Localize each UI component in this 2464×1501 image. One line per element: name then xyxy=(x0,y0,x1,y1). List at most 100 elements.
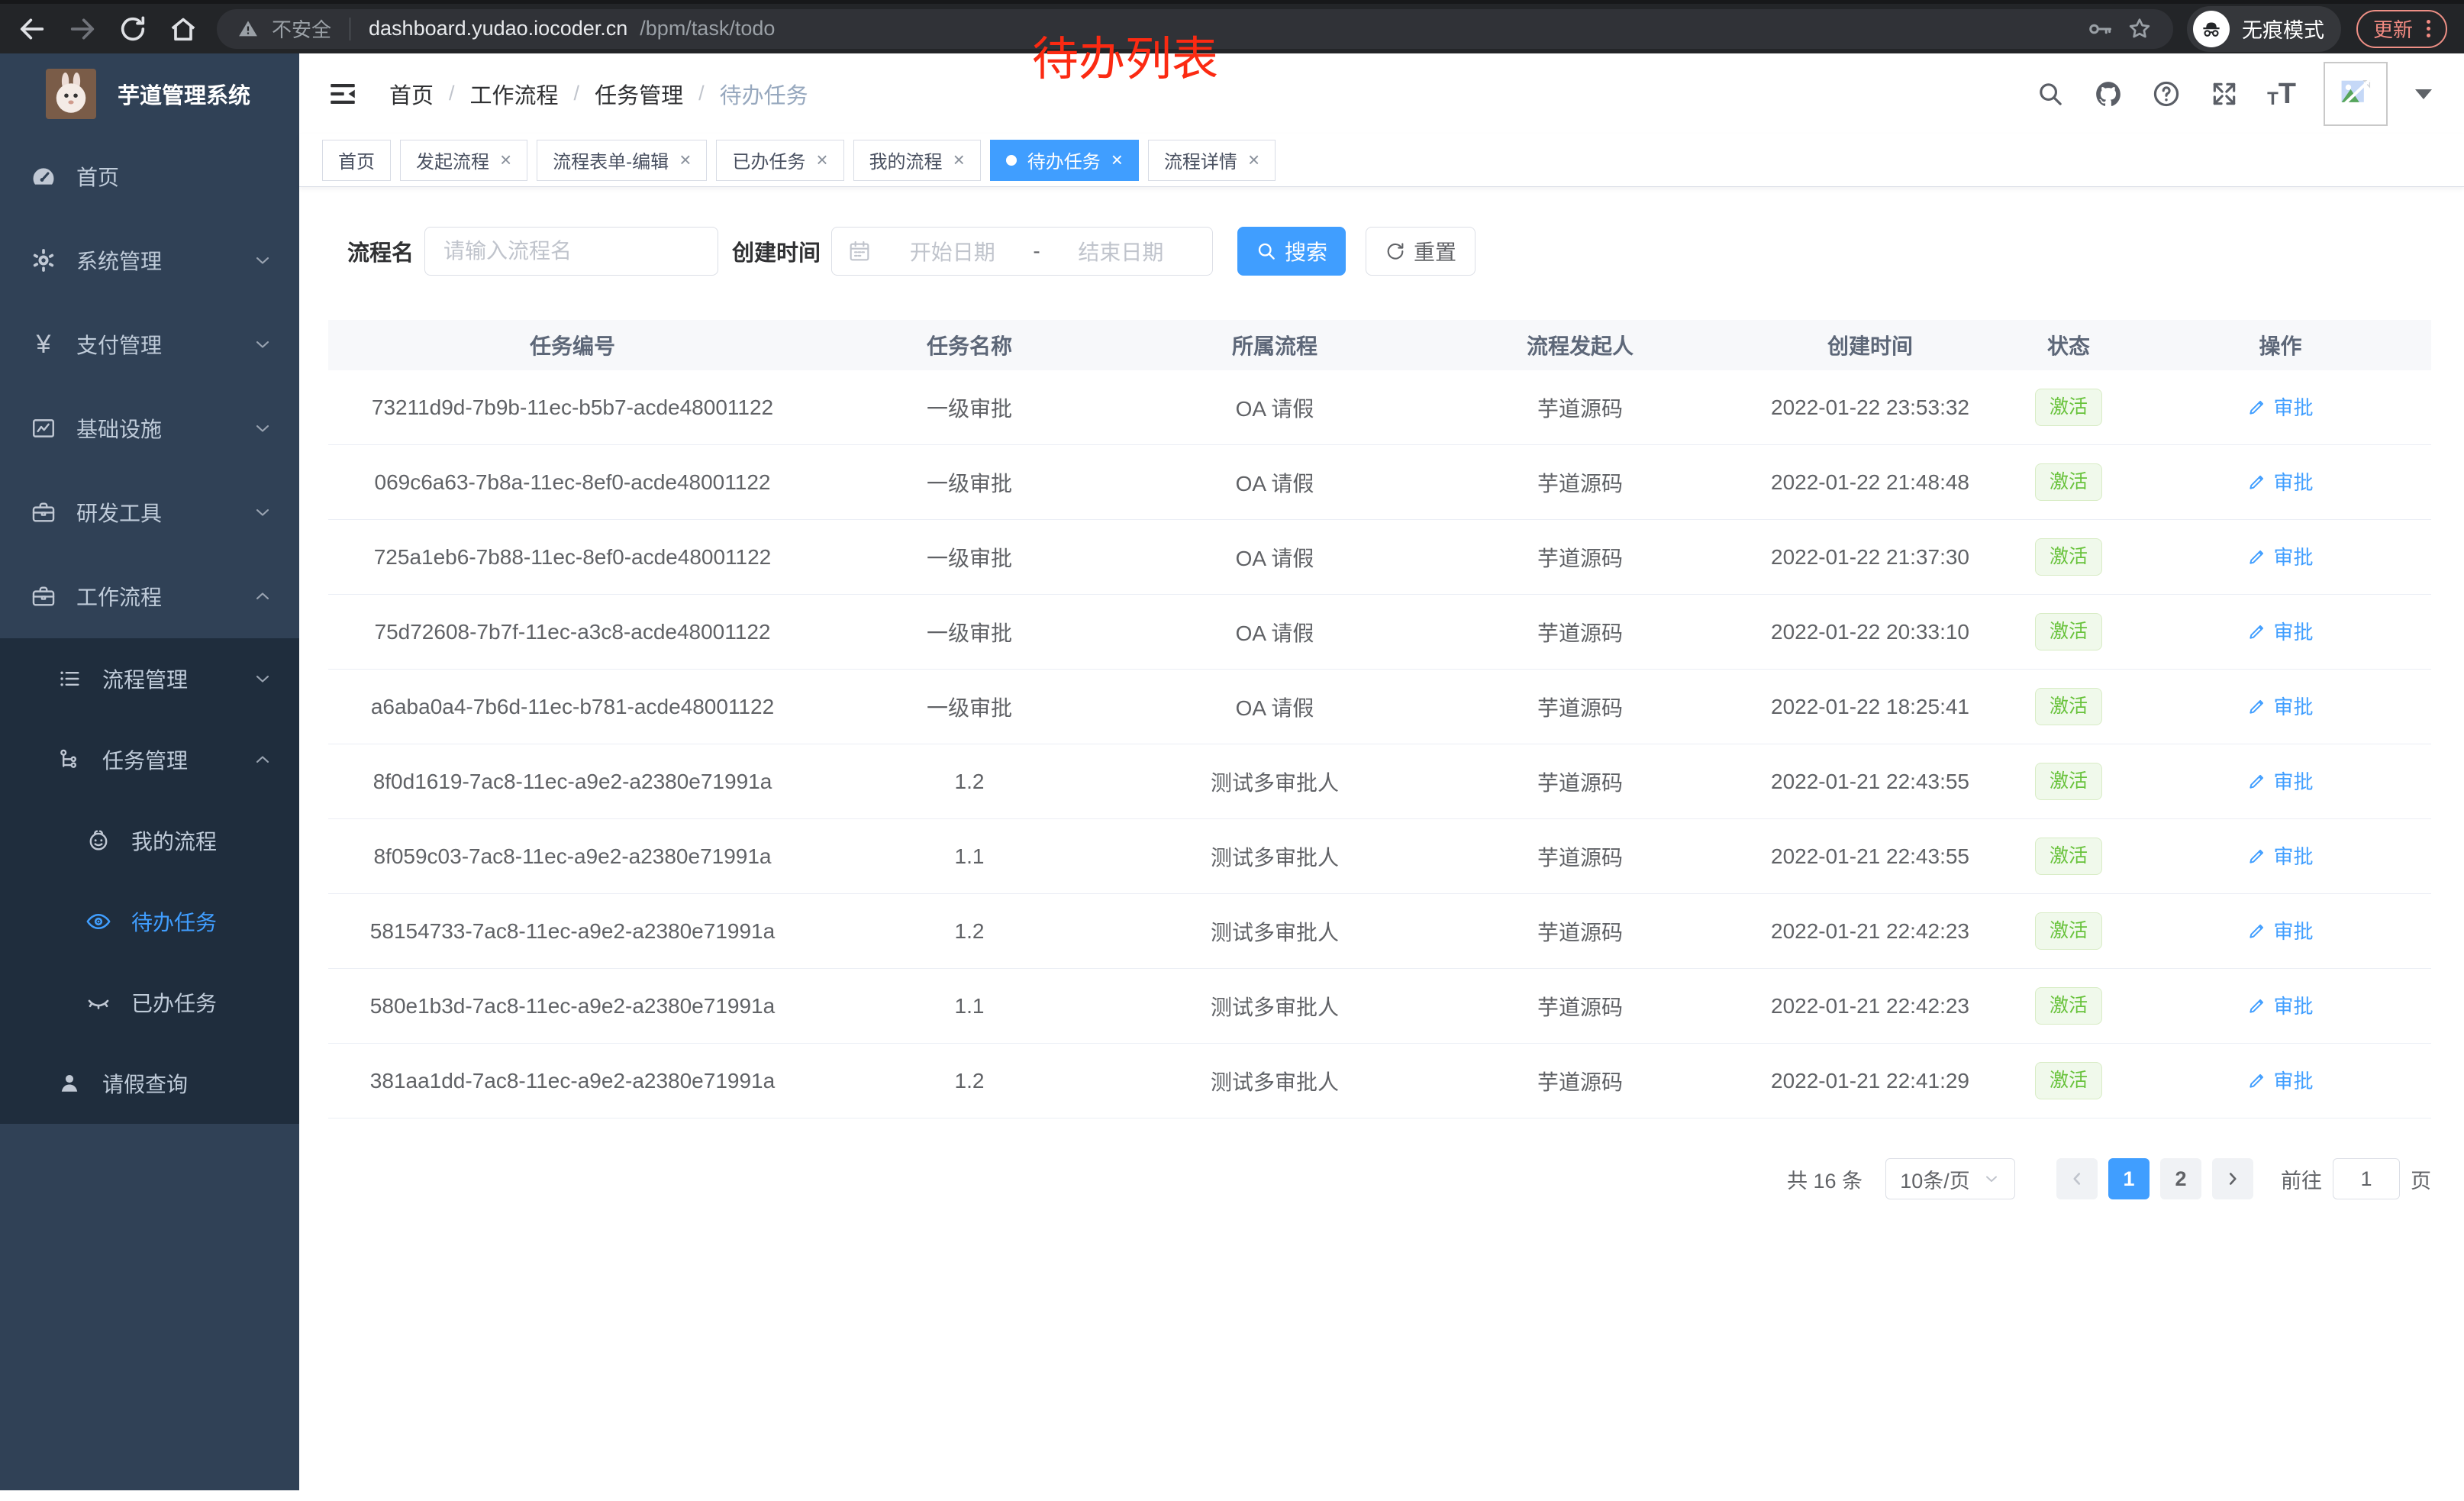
not-secure-label[interactable]: 不安全 xyxy=(272,15,331,43)
sidebar: 芋道管理系统 首页 系统管理 ¥ 支付管理 基础设施 xyxy=(0,53,299,1490)
process-name-input[interactable] xyxy=(424,227,718,276)
home-icon[interactable] xyxy=(168,14,198,44)
caret-down-icon[interactable] xyxy=(2415,89,2432,108)
approve-link[interactable]: 审批 xyxy=(2247,767,2313,795)
close-icon[interactable]: × xyxy=(953,150,965,169)
approve-link[interactable]: 审批 xyxy=(2247,542,2313,570)
pencil-icon xyxy=(2247,472,2267,492)
approve-link[interactable]: 审批 xyxy=(2247,467,2313,495)
approve-link[interactable]: 审批 xyxy=(2247,392,2313,421)
sidebar-item-payment[interactable]: ¥ 支付管理 xyxy=(0,302,299,386)
page-size-value: 10条/页 xyxy=(1900,1164,1970,1194)
cell-create-time: 2022-01-21 22:41:29 xyxy=(1733,1069,2008,1093)
close-icon[interactable]: × xyxy=(1248,150,1259,169)
tab-label: 首页 xyxy=(338,147,375,173)
sidebar-item-infra[interactable]: 基础设施 xyxy=(0,386,299,470)
sidebar-item-todo-tasks[interactable]: 待办任务 xyxy=(0,881,299,962)
sidebar-item-process-mgmt[interactable]: 流程管理 xyxy=(0,638,299,719)
end-date-placeholder[interactable]: 结束日期 xyxy=(1045,236,1197,266)
avatar[interactable] xyxy=(2324,62,2388,126)
status-badge: 激活 xyxy=(2035,1062,2102,1099)
tab-label: 已办任务 xyxy=(732,147,805,173)
sidebar-item-task-mgmt[interactable]: 任务管理 xyxy=(0,719,299,800)
font-size-icon[interactable]: TT xyxy=(2267,79,2296,108)
user-icon xyxy=(56,1070,82,1096)
star-icon[interactable] xyxy=(2126,15,2153,43)
page-size-select[interactable]: 10条/页 xyxy=(1885,1158,2015,1199)
close-icon[interactable]: × xyxy=(816,150,827,169)
key-icon[interactable] xyxy=(2086,15,2114,43)
tasks-table: 任务编号 任务名称 所属流程 流程发起人 创建时间 状态 操作 73211d9d… xyxy=(328,320,2431,1118)
tab-todo-tasks[interactable]: 待办任务× xyxy=(990,140,1139,181)
warning-icon[interactable] xyxy=(237,18,260,40)
cell-starter: 芋道源码 xyxy=(1427,692,1733,722)
close-icon[interactable]: × xyxy=(500,150,511,169)
sidebar-item-home[interactable]: 首页 xyxy=(0,134,299,218)
tree-icon xyxy=(56,747,82,773)
forward-icon[interactable] xyxy=(67,14,98,44)
close-icon[interactable]: × xyxy=(679,150,691,169)
eye-closed-icon xyxy=(85,989,111,1015)
page-button-2[interactable]: 2 xyxy=(2160,1158,2201,1199)
sidebar-item-my-process[interactable]: 我的流程 xyxy=(0,800,299,881)
table-row: 8f059c03-7ac8-11ec-a9e2-a2380e71991a 1.1… xyxy=(328,819,2431,894)
app: 芋道管理系统 首页 系统管理 ¥ 支付管理 基础设施 xyxy=(0,53,2464,1501)
tab-my-process[interactable]: 我的流程× xyxy=(853,140,981,181)
address-bar[interactable]: 不安全 dashboard.yudao.iocoder.cn/bpm/task/… xyxy=(217,9,2173,49)
cell-process: OA 请假 xyxy=(1122,542,1427,573)
breadcrumb-item[interactable]: 工作流程 xyxy=(470,78,559,110)
back-icon[interactable] xyxy=(17,14,47,44)
reset-button[interactable]: 重置 xyxy=(1366,227,1475,276)
approve-link[interactable]: 审批 xyxy=(2247,617,2313,645)
next-page-button[interactable] xyxy=(2212,1158,2253,1199)
cell-process: 测试多审批人 xyxy=(1122,916,1427,947)
approve-link[interactable]: 审批 xyxy=(2247,916,2313,944)
sidebar-item-workflow[interactable]: 工作流程 xyxy=(0,554,299,638)
prev-page-button[interactable] xyxy=(2056,1158,2098,1199)
fullscreen-icon[interactable] xyxy=(2209,79,2240,109)
approve-link[interactable]: 审批 xyxy=(2247,841,2313,870)
sidebar-item-devtools[interactable]: 研发工具 xyxy=(0,470,299,554)
total-count: 共 16 条 xyxy=(1787,1164,1863,1194)
range-separator: - xyxy=(1028,239,1044,263)
update-button[interactable]: 更新 xyxy=(2356,10,2447,48)
approve-link[interactable]: 审批 xyxy=(2247,692,2313,720)
breadcrumb-item[interactable]: 任务管理 xyxy=(595,78,683,110)
url-host: dashboard.yudao.iocoder.cn xyxy=(369,17,627,40)
search-button[interactable]: 搜索 xyxy=(1237,227,1346,276)
sidebar-item-leave-query[interactable]: 请假查询 xyxy=(0,1043,299,1124)
sidebar-item-done-tasks[interactable]: 已办任务 xyxy=(0,962,299,1043)
tab-form-edit[interactable]: 流程表单-编辑× xyxy=(537,140,707,181)
tab-process-detail[interactable]: 流程详情× xyxy=(1148,140,1276,181)
sidebar-item-label: 任务管理 xyxy=(102,744,188,775)
tab-home[interactable]: 首页 xyxy=(322,140,391,181)
status-badge: 激活 xyxy=(2035,463,2102,501)
breadcrumb-separator: / xyxy=(574,82,580,105)
more-vert-icon[interactable] xyxy=(2427,20,2430,37)
approve-link[interactable]: 审批 xyxy=(2247,991,2313,1019)
collapse-menu-icon[interactable] xyxy=(327,78,359,110)
table-row: a6aba0a4-7b6d-11ec-b781-acde48001122 一级审… xyxy=(328,670,2431,744)
breadcrumb: 首页 / 工作流程 / 任务管理 / 待办任务 xyxy=(389,78,808,110)
approve-link[interactable]: 审批 xyxy=(2247,1066,2313,1094)
sidebar-item-system[interactable]: 系统管理 xyxy=(0,218,299,302)
cell-task-name: 1.2 xyxy=(817,919,1122,944)
goto-page-input[interactable] xyxy=(2333,1158,2400,1199)
breadcrumb-item[interactable]: 首页 xyxy=(389,78,434,110)
reload-icon[interactable] xyxy=(118,14,148,44)
cell-task-name: 一级审批 xyxy=(817,542,1122,573)
sidebar-item-label: 首页 xyxy=(76,161,119,192)
tab-done-tasks[interactable]: 已办任务 × xyxy=(716,140,843,181)
page-button-1[interactable]: 1 xyxy=(2108,1158,2150,1199)
help-icon[interactable] xyxy=(2151,79,2182,109)
date-range-picker[interactable]: 开始日期 - 结束日期 xyxy=(831,227,1213,276)
search-icon[interactable] xyxy=(2035,79,2066,109)
close-icon[interactable]: × xyxy=(1111,150,1123,169)
workflow-submenu: 流程管理 任务管理 我的流程 待办任务 xyxy=(0,638,299,1124)
app-logo[interactable]: 芋道管理系统 xyxy=(0,53,299,134)
github-icon[interactable] xyxy=(2093,79,2124,109)
page-content: 流程名 创建时间 开始日期 - 结束日期 搜索 xyxy=(299,187,2464,1501)
start-date-placeholder[interactable]: 开始日期 xyxy=(876,236,1028,266)
top-bar: 首页 / 工作流程 / 任务管理 / 待办任务 xyxy=(299,53,2464,134)
tab-start-process[interactable]: 发起流程× xyxy=(400,140,527,181)
